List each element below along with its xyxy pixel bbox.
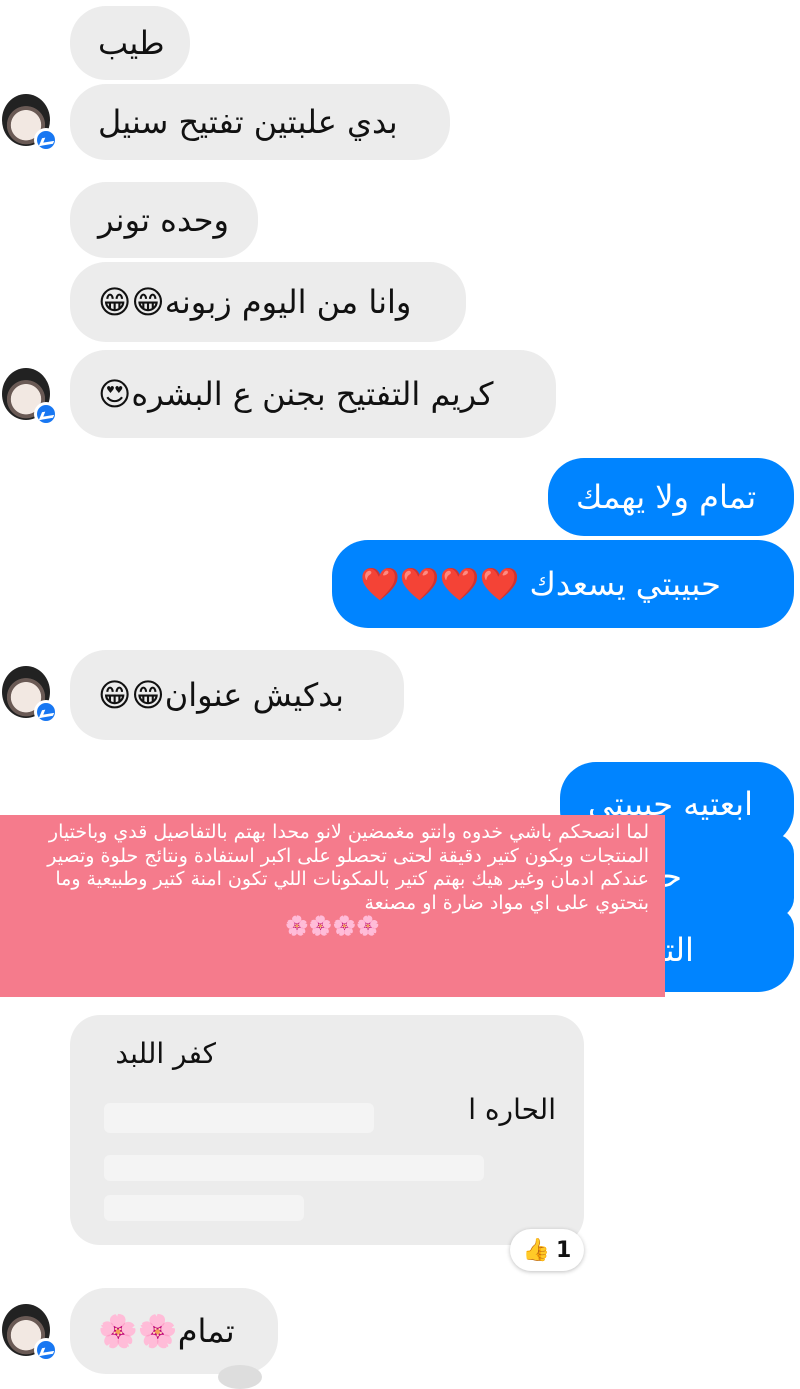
overlay-text: لما انصحكم باشي خدوه وانتو مغمضين لانو م… xyxy=(47,821,649,914)
redacted-text xyxy=(104,1155,484,1181)
message-text: طيب xyxy=(98,24,165,62)
message-text: تمام ولا يهمك xyxy=(576,478,757,516)
thumbs-up-icon: 👍 xyxy=(522,1237,551,1263)
message-bubble[interactable]: وحده تونر xyxy=(70,182,258,258)
messenger-icon xyxy=(34,402,58,426)
message-bubble[interactable]: وانا من اليوم زبونه😁😁 xyxy=(70,262,466,342)
sender-avatar[interactable] xyxy=(0,366,58,428)
text-overlay-banner: لما انصحكم باشي خدوه وانتو مغمضين لانو م… xyxy=(0,815,665,997)
message-text: وانا من اليوم زبونه😁😁 xyxy=(98,283,412,321)
message-text: وحده تونر xyxy=(98,201,229,239)
address-line-1: كفر اللبد xyxy=(115,1037,216,1070)
message-bubble[interactable]: كريم التفتيح بجنن ع البشره😍 xyxy=(70,350,556,438)
flower-icons: 🌸🌸🌸🌸 xyxy=(285,915,380,938)
message-bubble[interactable]: بدكيش عنوان😁😁 xyxy=(70,650,404,740)
messenger-icon xyxy=(34,1338,58,1362)
reaction-count: 1 xyxy=(556,1237,572,1263)
message-text: كريم التفتيح بجنن ع البشره😍 xyxy=(98,375,494,413)
sender-avatar[interactable] xyxy=(0,1302,58,1364)
add-reaction-icon[interactable] xyxy=(218,1365,262,1389)
messenger-icon xyxy=(34,700,58,724)
message-text: بدي علبتين تفتيح سنيل xyxy=(98,103,398,141)
messenger-icon xyxy=(34,128,58,152)
address-line-2: الحاره ا xyxy=(468,1093,556,1126)
message-text: حبيبتي يسعدك ❤️❤️❤️❤️ xyxy=(360,565,721,603)
message-bubble[interactable]: تمام🌸🌸 xyxy=(70,1288,278,1374)
message-bubble[interactable]: طيب xyxy=(70,6,190,80)
sender-avatar[interactable] xyxy=(0,664,58,726)
redacted-text xyxy=(104,1195,304,1221)
message-bubble[interactable]: حبيبتي يسعدك ❤️❤️❤️❤️ xyxy=(332,540,794,628)
message-bubble[interactable]: بدي علبتين تفتيح سنيل xyxy=(70,84,450,160)
sender-avatar[interactable] xyxy=(0,92,58,154)
redacted-text xyxy=(104,1103,374,1133)
message-bubble[interactable]: تمام ولا يهمك xyxy=(548,458,794,536)
address-message-bubble[interactable]: كفر اللبد الحاره ا xyxy=(70,1015,584,1245)
message-text: بدكيش عنوان😁😁 xyxy=(98,676,344,714)
reaction-badge[interactable]: 👍 1 xyxy=(510,1229,584,1271)
message-text: تمام🌸🌸 xyxy=(98,1312,235,1350)
